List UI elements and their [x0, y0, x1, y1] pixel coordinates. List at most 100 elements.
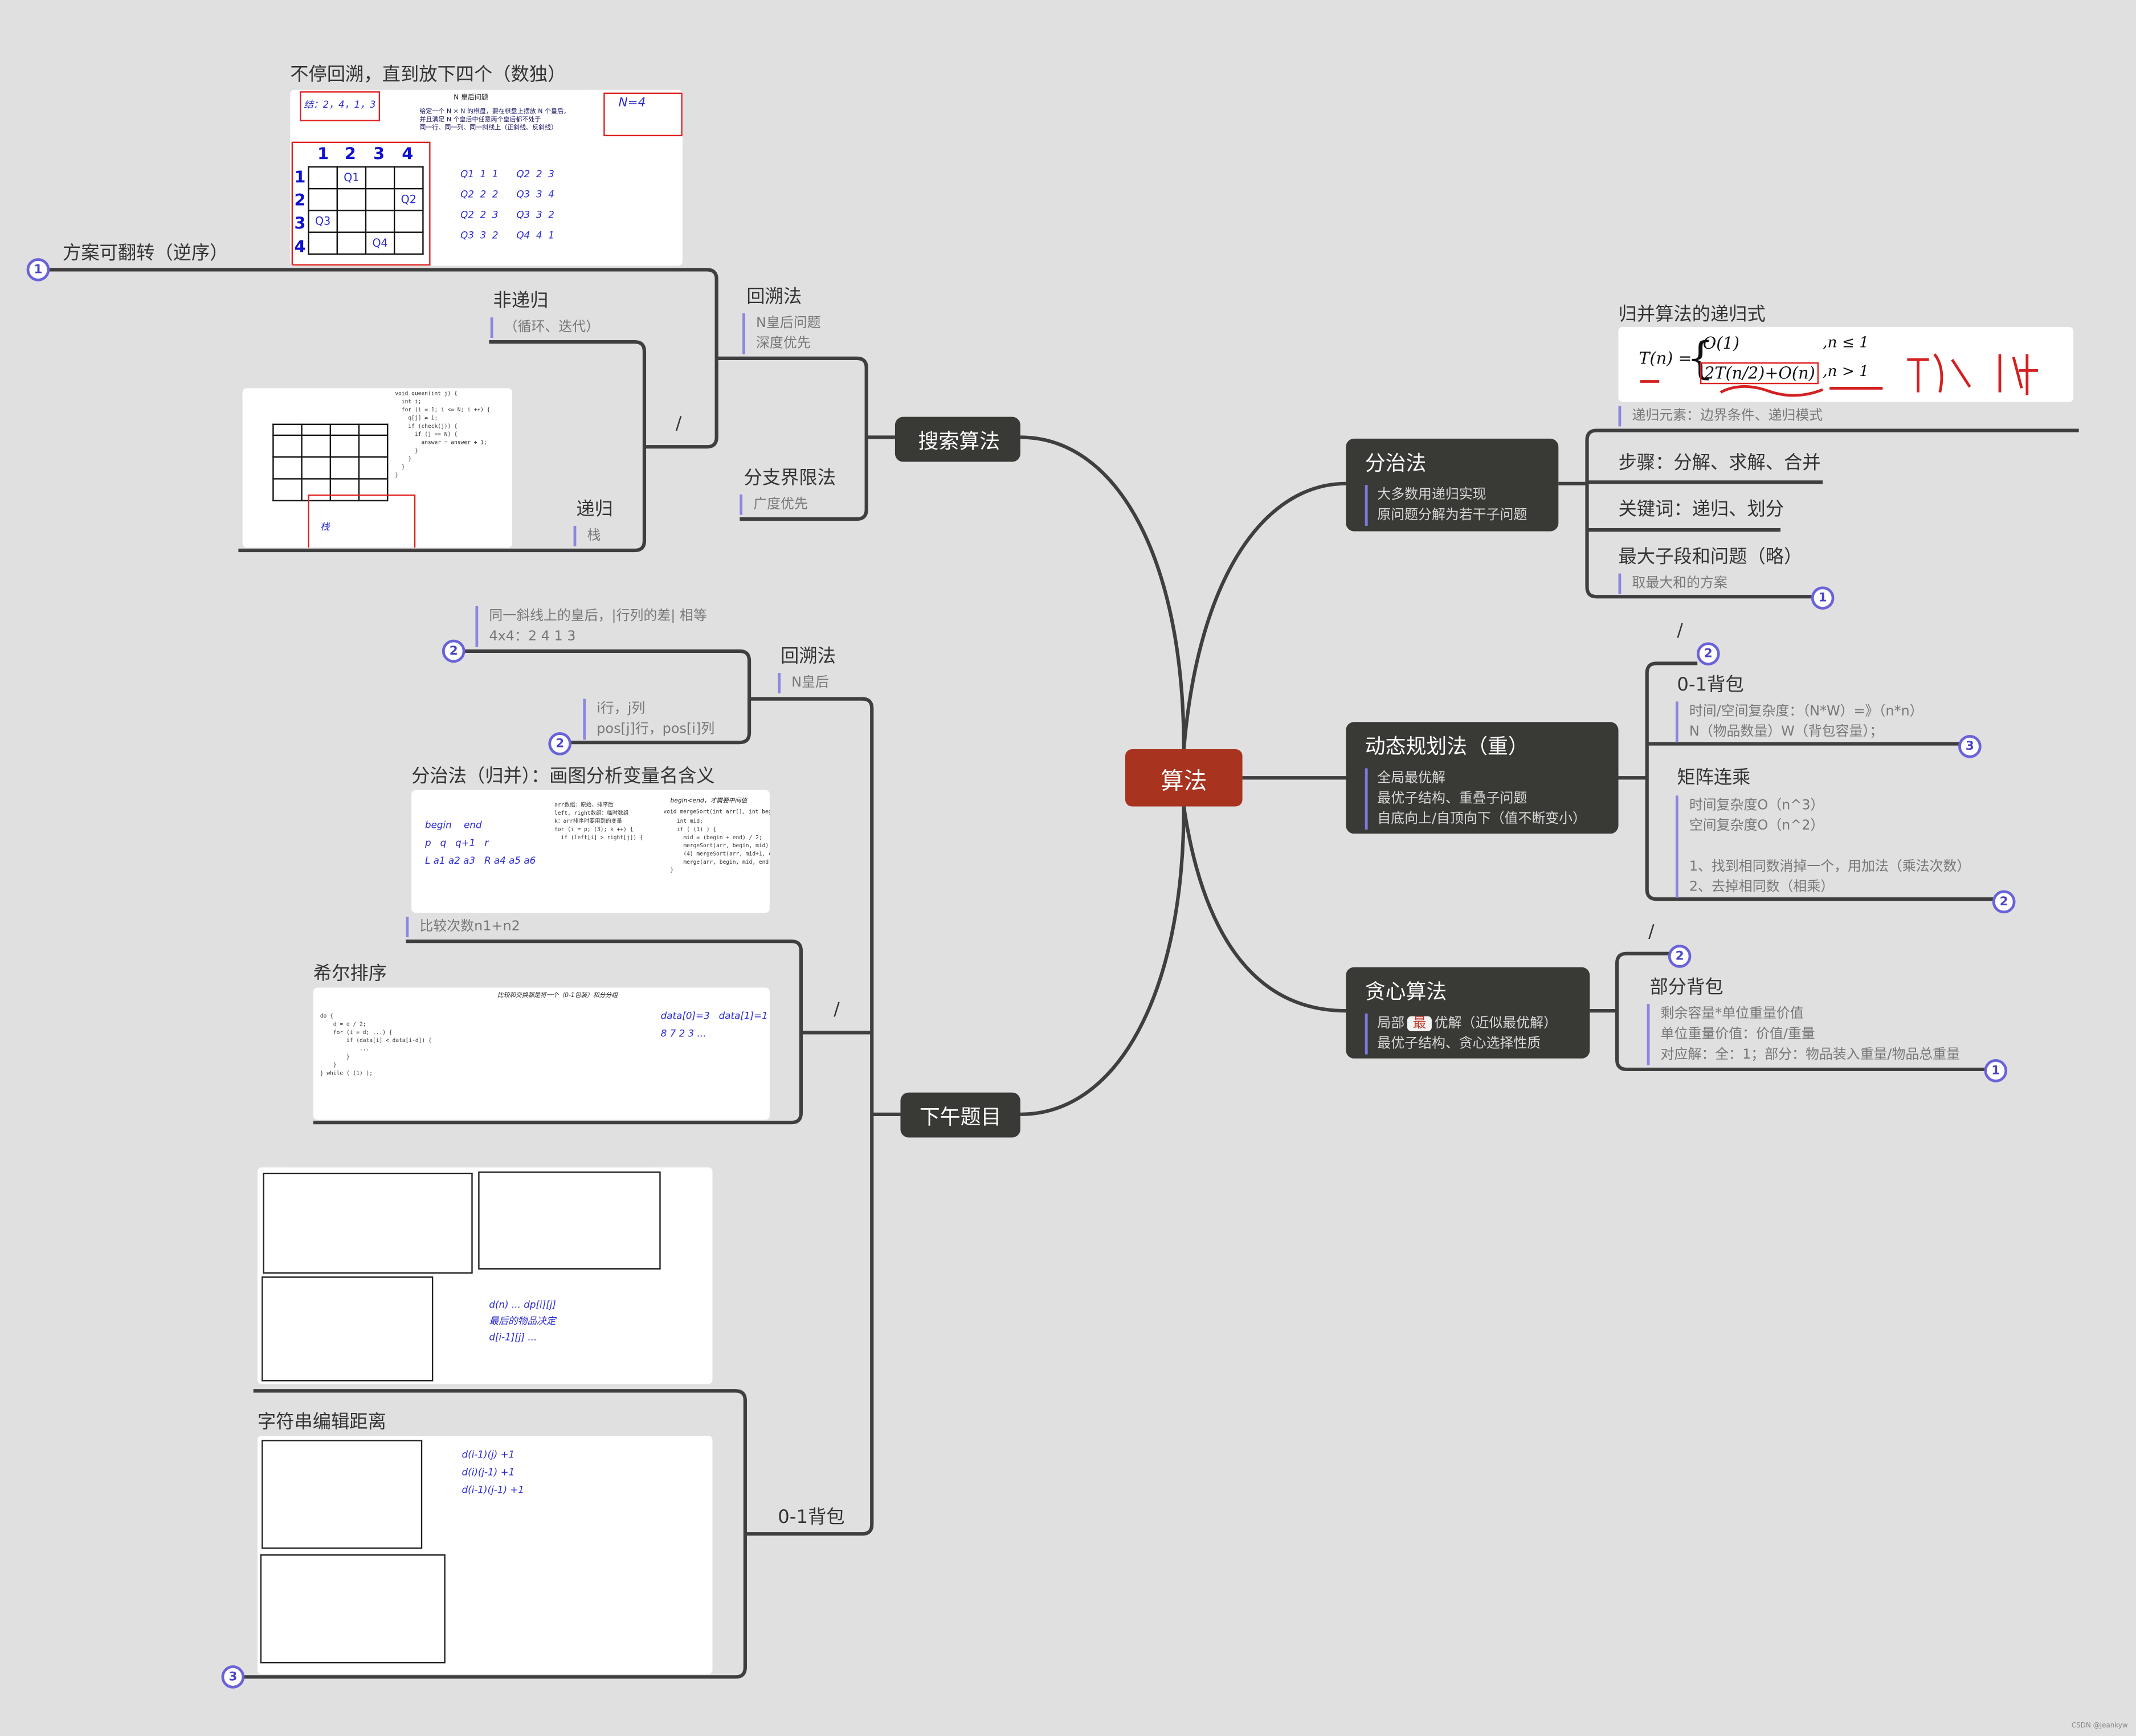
row-1: 1	[294, 168, 306, 187]
badge-collapsed-count[interactable]: 3	[221, 1665, 245, 1689]
merge-scribble: begin end p q q+1 rL a1 a2 a3 R a4 a5 a6	[424, 820, 536, 867]
note-spacer	[1689, 836, 1970, 857]
note-line: N（物品数量）W（背包容量）；	[1689, 725, 1884, 740]
connector-afternoon	[1020, 806, 1186, 1116]
answer-box: 结：2，4，1，3	[300, 91, 381, 121]
note-line: 同一斜线上的皇后，|行列的差| 相等	[489, 608, 707, 624]
kn-panel-2	[478, 1171, 661, 1270]
merge-img-title: begin<end，才需要中间值	[670, 798, 748, 806]
badge-collapsed-count[interactable]: 2	[548, 732, 572, 755]
desc-line: 给定一个 N × N 的棋盘，要在棋盘上摆放 N 个皇后，	[419, 109, 570, 116]
code-snippet: void queen(int j) { int i; for (i = 1; i…	[395, 389, 491, 479]
diag-notes: 同一斜线上的皇后，|行列的差| 相等 4x4：2 4 1 3	[475, 606, 707, 647]
kn-panel-1	[263, 1173, 473, 1274]
search-nonrecursive-note: （循环、迭代）	[490, 317, 599, 338]
queens-title: N 皇后问题	[454, 93, 488, 103]
note-line: N皇后问题	[756, 316, 821, 332]
merge-img-code-body: int mid; if ( (1) ) { mid = (begin + end…	[670, 817, 770, 873]
queens-board: Q1 Q2 Q3 Q4	[308, 166, 424, 255]
greedy-partial-notes: 剩余容量*单位重量价值 单位重量价值：价值/重量 对应解：全：1；部分：物品装入重量…	[1647, 1004, 1960, 1065]
badge-collapsed-count[interactable]: 2	[1992, 890, 2016, 914]
node-dp[interactable]: 动态规划法（重） 全局最优解 最优子结构、重叠子问题 自底向上/自顶向下（值不断变小…	[1346, 722, 1619, 834]
badge-collapsed-count[interactable]: 1	[1984, 1059, 2008, 1083]
queens-desc: 给定一个 N × N 的棋盘，要在棋盘上摆放 N 个皇后， 并且满足 N 个皇后中…	[419, 109, 569, 133]
dc-maxsub-note: 取最大和的方案	[1618, 573, 1727, 594]
badge-collapsed-count[interactable]: 1	[1811, 586, 1835, 610]
dp-knapsack-label[interactable]: 0-1背包	[1677, 669, 1743, 696]
formula-label[interactable]: 归并算法的递归式	[1619, 299, 1766, 325]
col-1: 1	[317, 144, 329, 164]
note-line: 空间复杂度O（n^2）	[1689, 818, 1824, 834]
badge-collapsed-count[interactable]: 2	[442, 639, 465, 663]
merge-label[interactable]: 分治法（归并）：画图分析变量名含义	[411, 760, 715, 787]
connector-dc	[1182, 481, 1346, 750]
root-node[interactable]: 算法	[1125, 749, 1243, 807]
n4-text: N=4	[618, 96, 646, 111]
search-recursive-label[interactable]: 递归	[576, 493, 613, 520]
ed-scribble: d(i-1)(j) +1 d(i)(j-1) +1 d(i-1)(j-1) +1	[461, 1449, 524, 1496]
stack-text: 栈	[320, 521, 330, 533]
dc-maxsub-label[interactable]: 最大子段和问题（略）	[1619, 541, 1803, 568]
ed-panel-2	[260, 1554, 446, 1664]
node-dc[interactable]: 分治法 大多数用递归实现 原问题分解为若干子问题	[1346, 438, 1559, 532]
badge-collapsed-count[interactable]: 3	[1958, 734, 1982, 758]
note-line: 1、找到相同数消掉一个，用加法（乘法次数）	[1689, 859, 1971, 875]
afternoon-backtrack-label[interactable]: 回溯法	[781, 640, 836, 667]
row-4: 4	[294, 237, 306, 256]
note-line: 对应解：全：1；部分：物品装入重量/物品总重量	[1660, 1047, 1961, 1063]
merge-code-mid: arr数组：原始、排序后 left, right数组：临时数组 k：arr排序时…	[554, 800, 643, 841]
badge-collapsed-count[interactable]: 1	[26, 258, 50, 281]
answer-text: 结：2，4，1，3	[304, 99, 376, 111]
node-greedy-label: 贪心算法	[1365, 979, 1447, 1004]
afternoon-backtrack-note: N皇后	[778, 673, 829, 694]
note-line: 自底向上/自顶向下（值不断变小）	[1377, 812, 1587, 827]
rowcol-notes: i行，j列 pos[j]行，pos[i]列	[583, 699, 714, 740]
highlight-badge: 最	[1407, 1016, 1432, 1031]
row-2: 2	[294, 190, 306, 210]
note-line: 最优子结构、重叠子问题	[1377, 791, 1528, 807]
greedy-partial-label[interactable]: 部分背包	[1650, 971, 1723, 998]
search-backtrack-notes: N皇后问题深度优先	[742, 313, 821, 354]
dp-matrix-label[interactable]: 矩阵连乘	[1677, 762, 1750, 789]
badge-collapsed-count[interactable]: 2	[1696, 642, 1720, 666]
dp-knapsack-notes: 时间/空间复杂度：（N*W）=》（n*n） N（物品数量）W（背包容量）；	[1675, 701, 1923, 743]
note-suffix: 优解（近似最优解）	[1434, 1016, 1557, 1031]
search-nonrecursive-label[interactable]: 非递归	[493, 285, 549, 312]
knapsack-image: d(n) ... dp[i][j] 最后的物品决定 d[i-1][j] ...	[257, 1167, 713, 1384]
node-search-label: 搜索算法	[918, 429, 1000, 454]
shell-label[interactable]: 希尔排序	[313, 958, 387, 985]
knapsack-label[interactable]: 0-1背包	[778, 1501, 844, 1528]
merge-image: begin<end，才需要中间值 void mergeSort(int arr[…	[411, 790, 770, 913]
badge-collapsed-count[interactable]: 2	[1668, 945, 1692, 968]
node-greedy[interactable]: 贪心算法 局部最优解（近似最优解） 最优子结构、贪心选择性质	[1346, 967, 1590, 1059]
note-line: 比较次数n1+n2	[419, 919, 520, 935]
dp-slash-label: /	[1677, 621, 1683, 642]
search-slash-label: /	[675, 414, 682, 435]
mindmap-canvas: 算法 搜索算法 回溯法 N皇后问题 深度优先 分支界限法 广度优先 非递归 （循环…	[0, 0, 2136, 1736]
search-backtrack-label[interactable]: 回溯法	[746, 281, 802, 308]
node-greedy-notes: 局部最优解（近似最优解） 最优子结构、贪心选择性质	[1365, 1013, 1590, 1055]
connector-search	[1020, 435, 1186, 750]
note-line: 深度优先	[756, 336, 811, 352]
code-board	[272, 423, 389, 501]
edit-distance-label[interactable]: 字符串编辑距离	[258, 1406, 386, 1433]
note-line: 取最大和的方案	[1632, 576, 1727, 591]
kn-panel-3	[262, 1276, 434, 1382]
node-afternoon[interactable]: 下午题目	[900, 1092, 1020, 1138]
afternoon-slash-label: /	[834, 999, 840, 1020]
search-reverse-label[interactable]: 方案可翻转（逆序）	[63, 237, 228, 264]
n4-box: N=4	[603, 92, 683, 137]
note-line: N皇后	[791, 675, 829, 691]
desc-line: 同一行、同一列、同一斜线上（正斜线、反斜线）	[419, 125, 558, 132]
node-search[interactable]: 搜索算法	[895, 416, 1020, 462]
node-dp-notes: 全局最优解 最优子结构、重叠子问题 自底向上/自顶向下（值不断变小）	[1365, 768, 1619, 830]
queens-image-caption[interactable]: 不停回溯，直到放下四个（数独）	[290, 59, 566, 85]
note-line: 递归元素：边界条件、递归模式	[1632, 409, 1823, 424]
search-branch-bound-label[interactable]: 分支界限法	[744, 462, 835, 489]
dc-steps[interactable]: 步骤：分解、求解、合并	[1619, 447, 1821, 474]
note-prefix: 局部	[1377, 1016, 1405, 1031]
merge-img-code: void mergeSort(int arr[], int begin, int…	[663, 807, 769, 815]
dc-keywords[interactable]: 关键词：递归、划分	[1619, 493, 1784, 520]
shell-scribble: data[0]=3 data[1]=1 8 7 2 3 ...	[660, 1011, 768, 1040]
kn-scribble: d(n) ... dp[i][j] 最后的物品决定 d[i-1][j] ...	[489, 1300, 556, 1343]
